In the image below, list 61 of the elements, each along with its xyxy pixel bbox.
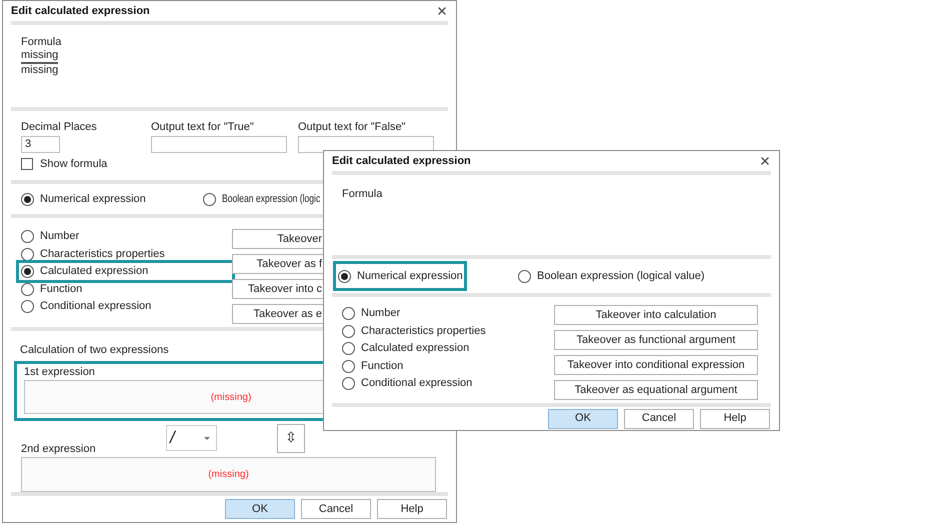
dialog-button[interactable]: OK <box>548 408 618 428</box>
radio-button[interactable] <box>21 282 34 296</box>
input-field[interactable]: 3 <box>21 136 60 153</box>
radio-button[interactable] <box>21 192 34 206</box>
takeover-button[interactable]: Takeover into conditional expression <box>554 355 758 375</box>
radio-label: Number <box>361 306 400 322</box>
radio-button[interactable] <box>342 360 355 372</box>
takeover-button[interactable]: Takeover into calculation <box>554 305 758 325</box>
close-icon[interactable] <box>759 155 771 167</box>
dialog-button[interactable]: Help <box>700 408 770 428</box>
radio-label: Boolean expression (logic <box>222 192 320 207</box>
radio-label: Function <box>40 282 82 297</box>
radio-button[interactable] <box>21 230 34 243</box>
radio-button[interactable] <box>342 324 355 338</box>
dialog-button[interactable]: Cancel <box>624 408 694 428</box>
field-label: Output text for "True" <box>151 121 255 134</box>
radio-button[interactable] <box>338 270 351 282</box>
takeover-button[interactable]: Takeover as functional argument <box>554 330 758 350</box>
window-title: Edit calculated expression <box>11 4 150 19</box>
radio-button[interactable] <box>21 300 34 313</box>
radio-label: Characteristics properties <box>361 324 486 339</box>
radio-button[interactable] <box>342 342 355 355</box>
radio-option[interactable]: Boolean expression (logical value) <box>513 261 703 291</box>
radio-label: Numerical expression <box>357 268 463 284</box>
radio-button[interactable] <box>21 265 34 278</box>
field-label: 2nd expression <box>21 443 97 457</box>
window-title: Edit calculated expression <box>332 154 471 169</box>
formula-text: missing <box>21 64 58 77</box>
formula-label: Formula <box>21 35 62 49</box>
operator-dropdown[interactable]: / <box>166 425 217 451</box>
radio-label: Characteristics properties <box>40 246 165 262</box>
dialog-button[interactable]: OK <box>225 499 295 519</box>
radio-option[interactable]: Calculated expression <box>16 260 235 283</box>
radio-label: Boolean expression (logical value) <box>537 268 705 284</box>
swap-button[interactable]: ⇳ <box>277 424 305 453</box>
radio-button[interactable] <box>203 192 216 206</box>
radio-button[interactable] <box>342 307 355 320</box>
dialog-button[interactable]: Cancel <box>301 499 371 519</box>
radio-label: Function <box>361 358 404 374</box>
section-title: Calculation of two expressions <box>20 343 169 357</box>
radio-button[interactable] <box>342 377 355 390</box>
formula-text: missing <box>21 49 58 64</box>
input-field[interactable] <box>151 136 287 153</box>
radio-label: Calculated expression <box>361 341 470 356</box>
field-label: Decimal Places <box>21 121 98 134</box>
radio-label: Conditional expression <box>40 299 152 314</box>
takeover-button[interactable]: Takeover as equational argument <box>554 380 758 400</box>
dialog-button[interactable]: Help <box>377 499 447 519</box>
checkbox-label: Show formula <box>40 157 108 172</box>
close-icon[interactable] <box>436 5 448 17</box>
radio-button[interactable] <box>21 248 34 260</box>
caret-icon <box>204 436 210 440</box>
radio-label: Number <box>40 229 80 244</box>
radio-label: Numerical expression <box>40 192 146 207</box>
formula-label: Formula <box>342 188 382 200</box>
radio-button[interactable] <box>518 270 531 282</box>
field-label: Output text for "False" <box>298 121 406 134</box>
field-label: 1st expression <box>24 366 96 379</box>
radio-label: Calculated expression <box>40 264 148 280</box>
expression-field[interactable]: (missing) <box>21 457 436 492</box>
checkbox[interactable] <box>21 158 33 170</box>
